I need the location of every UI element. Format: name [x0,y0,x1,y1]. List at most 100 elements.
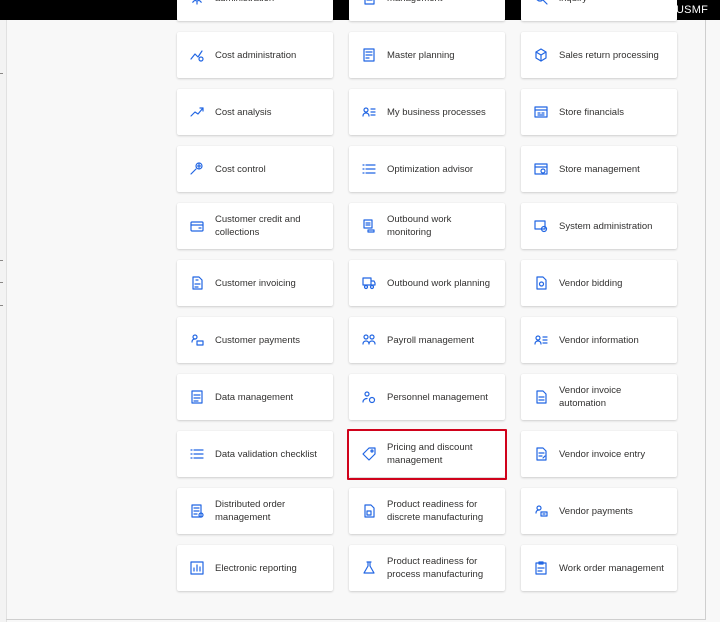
tile-label: Cost control [215,163,266,175]
tile-payroll-management[interactable]: Payroll management [349,317,505,363]
tile-master-planning[interactable]: Master planning [349,32,505,78]
nav-marker [0,282,3,283]
tile-vendor-invoice-automation[interactable]: Vendor invoice automation [521,374,677,420]
truck-plan-icon [361,275,377,291]
vendor-payment-icon [533,503,549,519]
person-list-icon [361,104,377,120]
nav-marker [0,260,3,261]
cost-control-icon [189,161,205,177]
tile-vendor-payments[interactable]: Vendor payments [521,488,677,534]
report-icon [189,560,205,576]
tile-label: Customer credit and collections [215,214,301,238]
tile-label: My business processes [387,106,486,118]
tile-label: Vendor invoice entry [559,448,646,460]
tile-label: Customer invoicing [215,277,296,289]
customer-payment-icon [189,332,205,348]
tile-label: Cost analysis [215,106,272,118]
tile-outbound-work-monitoring[interactable]: Outbound work monitoring [349,203,505,249]
tile-label: administration [215,0,282,5]
tile-cost-administration[interactable]: Cost administration [177,32,333,78]
product-document-icon [361,503,377,519]
tile-vendor-information[interactable]: Vendor information [521,317,677,363]
invoice-icon [189,275,205,291]
tile-customer-credit-and-collections[interactable]: Customer credit and collections [177,203,333,249]
tile-inquiry[interactable]: inquiry [521,0,677,21]
tile-label: Outbound work monitoring [387,214,452,238]
tile-customer-invoicing[interactable]: Customer invoicing [177,260,333,306]
tile-label: Work order management [559,562,664,574]
tile-label: Outbound work planning [387,277,490,289]
tile-label: inquiry [559,0,595,5]
tile-cost-control[interactable]: Cost control [177,146,333,192]
trend-chart-icon [189,104,205,120]
tile-label: Distributed order management [215,499,286,523]
bid-document-icon [533,275,549,291]
content-edge [705,20,706,620]
system-gear-icon [533,218,549,234]
nav-marker [0,73,3,74]
tile-label: management [387,0,450,5]
store-settings-icon [533,161,549,177]
tile-pricing-and-discount-management[interactable]: Pricing and discount management [347,429,507,480]
tile-label: Master planning [387,49,455,61]
store-icon [533,104,549,120]
company-picker[interactable]: USMF [676,4,708,16]
tile-label: Cost administration [215,49,297,61]
tile-label: Product readiness for discrete manufactu… [387,499,484,523]
tile-management[interactable]: management [349,0,505,21]
tile-label: System administration [559,220,653,232]
tile-label: Data validation checklist [215,448,317,460]
tile-label: Data management [215,391,294,403]
tile-label: Vendor payments [559,505,633,517]
tile-sales-return-processing[interactable]: Sales return processing [521,32,677,78]
tile-vendor-bidding[interactable]: Vendor bidding [521,260,677,306]
document-icon [361,0,377,6]
left-navigation-pane[interactable] [0,20,7,622]
planning-icon [361,47,377,63]
tile-product-readiness-for-process-manufacturing[interactable]: Product readiness for process manufactur… [349,545,505,591]
data-document-icon [189,389,205,405]
tile-electronic-reporting[interactable]: Electronic reporting [177,545,333,591]
price-tag-icon [361,446,377,462]
tile-data-management[interactable]: Data management [177,374,333,420]
order-document-icon [189,503,205,519]
flask-icon [361,560,377,576]
truck-monitor-icon [361,218,377,234]
tile-system-administration[interactable]: System administration [521,203,677,249]
tile-label: Vendor information [559,334,639,346]
tile-cost-analysis[interactable]: Cost analysis [177,89,333,135]
tile-distributed-order-management[interactable]: Distributed order management [177,488,333,534]
tile-vendor-invoice-entry[interactable]: Vendor invoice entry [521,431,677,477]
tile-outbound-work-planning[interactable]: Outbound work planning [349,260,505,306]
tile-label: Customer payments [215,334,301,346]
invoice-automation-icon [533,389,549,405]
tile-customer-payments[interactable]: Customer payments [177,317,333,363]
tile-label: Sales return processing [559,49,659,61]
search-icon [533,0,549,6]
tile-personnel-management[interactable]: Personnel management [349,374,505,420]
tile-data-validation-checklist[interactable]: Data validation checklist [177,431,333,477]
checklist-icon [361,161,377,177]
tile-label: Electronic reporting [215,562,297,574]
tile-store-financials[interactable]: Store financials [521,89,677,135]
box-return-icon [533,47,549,63]
workspace-tiles-grid: administration management inquiry Cost admi… [177,0,677,591]
content-bottom-edge [6,619,706,620]
person-list-icon [533,332,549,348]
people-money-icon [361,332,377,348]
invoice-entry-icon [533,446,549,462]
tile-label: Personnel management [387,391,488,403]
tile-label: Store management [559,163,640,175]
nav-marker [0,305,3,306]
tile-label: Product readiness for process manufactur… [387,556,484,580]
tile-store-management[interactable]: Store management [521,146,677,192]
tile-work-order-management[interactable]: Work order management [521,545,677,591]
tile-my-business-processes[interactable]: My business processes [349,89,505,135]
tile-administration[interactable]: administration [177,0,333,21]
checklist-icon [189,446,205,462]
tile-optimization-advisor[interactable]: Optimization advisor [349,146,505,192]
cost-gear-icon [189,47,205,63]
tile-label: Store financials [559,106,624,118]
tile-product-readiness-for-discrete-manufacturing[interactable]: Product readiness for discrete manufactu… [349,488,505,534]
tile-label: Optimization advisor [387,163,474,175]
